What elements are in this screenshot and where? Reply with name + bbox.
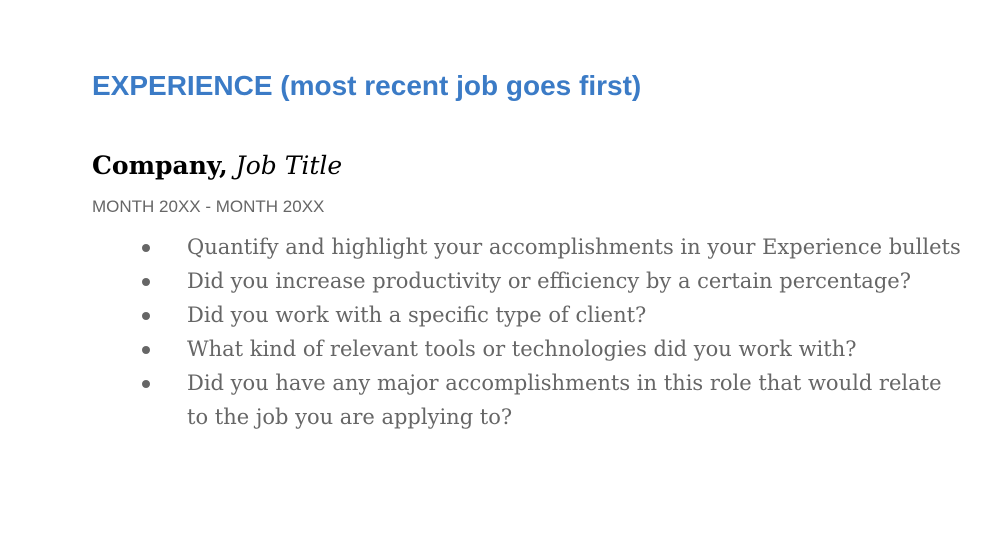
bullet-text: Did you have any major accomplishments i…: [187, 371, 942, 429]
bullet-dot-icon: [142, 312, 150, 320]
section-heading: EXPERIENCE (most recent job goes first): [92, 70, 642, 101]
bullet-dot-icon: [142, 380, 150, 388]
company-name: Company,: [92, 151, 228, 180]
bullet-text: Quantify and highlight your accomplishme…: [187, 235, 961, 259]
bullet-item: What kind of relevant tools or technolog…: [0, 332, 990, 366]
bullet-text: Did you increase productivity or efficie…: [187, 269, 911, 293]
bullet-text: What kind of relevant tools or technolog…: [187, 337, 857, 361]
bullet-dot-icon: [142, 346, 150, 354]
experience-bullet-list: Quantify and highlight your accomplishme…: [0, 230, 990, 434]
job-line: Company, Job Title: [92, 148, 342, 184]
bullet-item: Quantify and highlight your accomplishme…: [0, 230, 990, 264]
bullet-item: Did you have any major accomplishments i…: [0, 366, 990, 434]
bullet-item: Did you increase productivity or efficie…: [0, 264, 990, 298]
bullet-dot-icon: [142, 278, 150, 286]
bullet-item: Did you work with a specific type of cli…: [0, 298, 990, 332]
bullet-text: Did you work with a specific type of cli…: [187, 303, 647, 327]
bullet-dot-icon: [142, 244, 150, 252]
job-title: Job Title: [235, 151, 343, 180]
employment-dates: MONTH 20XX - MONTH 20XX: [92, 197, 325, 216]
